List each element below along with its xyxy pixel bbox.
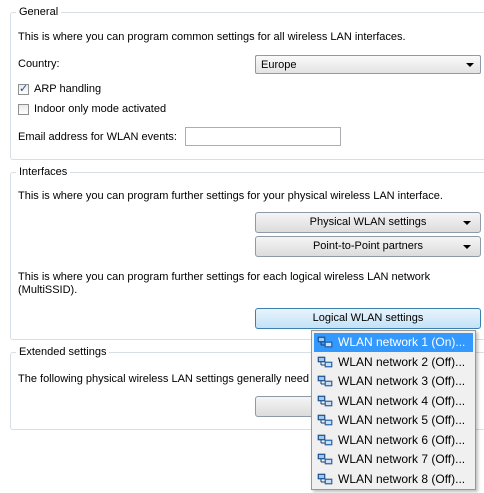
chevron-down-icon (463, 221, 471, 225)
interfaces-group-title: Interfaces (16, 165, 71, 179)
wlan-network-menu-item[interactable]: WLAN network 2 (Off)... (314, 353, 473, 372)
logical-wlan-settings-button[interactable]: Logical WLAN settings (255, 308, 481, 329)
point-to-point-partners-button[interactable]: Point-to-Point partners (255, 236, 481, 257)
wlan-network-menu-item[interactable]: WLAN network 8 (Off)... (314, 470, 473, 489)
general-description: This is where you can program common set… (18, 31, 406, 43)
wlan-network-icon (317, 394, 333, 409)
indoor-mode-checkbox[interactable] (18, 104, 29, 115)
wlan-network-icon (317, 472, 333, 487)
chevron-down-icon (466, 63, 474, 67)
extended-settings-group-title: Extended settings (16, 345, 110, 359)
country-label: Country: (18, 58, 60, 70)
country-select-value: Europe (261, 59, 297, 71)
wlan-network-label: WLAN network 5 (Off)... (338, 413, 466, 427)
wlan-network-label: WLAN network 8 (Off)... (338, 471, 466, 486)
wlan-network-icon (317, 335, 333, 350)
wlan-network-icon (317, 355, 333, 370)
wlan-network-menu-item[interactable]: WLAN network 5 (Off)... (314, 411, 473, 430)
wlan-network-label: WLAN network 6 (Off)... (338, 432, 466, 447)
physical-wlan-settings-button[interactable]: Physical WLAN settings (255, 212, 481, 233)
physical-wlan-settings-label: Physical WLAN settings (309, 216, 427, 228)
wlan-network-menu-item[interactable]: WLAN network 6 (Off)... (314, 431, 473, 450)
wlan-network-icon (317, 452, 333, 467)
logical-description-line1: This is where you can program further se… (18, 271, 431, 283)
wlan-network-icon (317, 374, 333, 389)
interfaces-description: This is where you can program further se… (18, 190, 443, 202)
wlan-network-label: WLAN network 4 (Off)... (338, 393, 466, 408)
point-to-point-partners-label: Point-to-Point partners (312, 240, 424, 252)
chevron-down-icon (463, 245, 471, 249)
wlan-network-label: WLAN network 3 (Off)... (338, 374, 466, 388)
logical-wlan-settings-label: Logical WLAN settings (312, 312, 424, 324)
indoor-mode-label[interactable]: Indoor only mode activated (34, 102, 166, 116)
wlan-network-label: WLAN network 2 (Off)... (338, 354, 466, 369)
logical-wlan-dropdown-menu: WLAN network 1 (On)... WLAN network 2 (Of… (311, 330, 476, 490)
arp-handling-label[interactable]: ARP handling (34, 82, 101, 96)
wlan-network-menu-item[interactable]: WLAN network 1 (On)... (314, 333, 473, 352)
wlan-network-label: WLAN network 7 (Off)... (338, 452, 466, 466)
email-label: Email address for WLAN events: (18, 131, 177, 143)
wlan-network-menu-item[interactable]: WLAN network 7 (Off)... (314, 450, 473, 469)
arp-handling-checkbox[interactable]: ✓ (18, 83, 29, 95)
extended-description: The following physical wireless LAN sett… (18, 373, 316, 385)
country-select[interactable]: Europe (255, 55, 481, 74)
general-group-title: General (16, 5, 62, 19)
wlan-network-icon (317, 413, 333, 428)
email-input[interactable] (185, 127, 341, 146)
wlan-network-menu-item[interactable]: WLAN network 4 (Off)... (314, 392, 473, 411)
wlan-network-menu-item[interactable]: WLAN network 3 (Off)... (314, 372, 473, 391)
wlan-network-label: WLAN network 1 (On)... (338, 335, 466, 349)
logical-description-line2: (MultiSSID). (18, 284, 78, 296)
wlan-network-icon (317, 433, 333, 448)
checkmark-icon: ✓ (19, 83, 29, 95)
